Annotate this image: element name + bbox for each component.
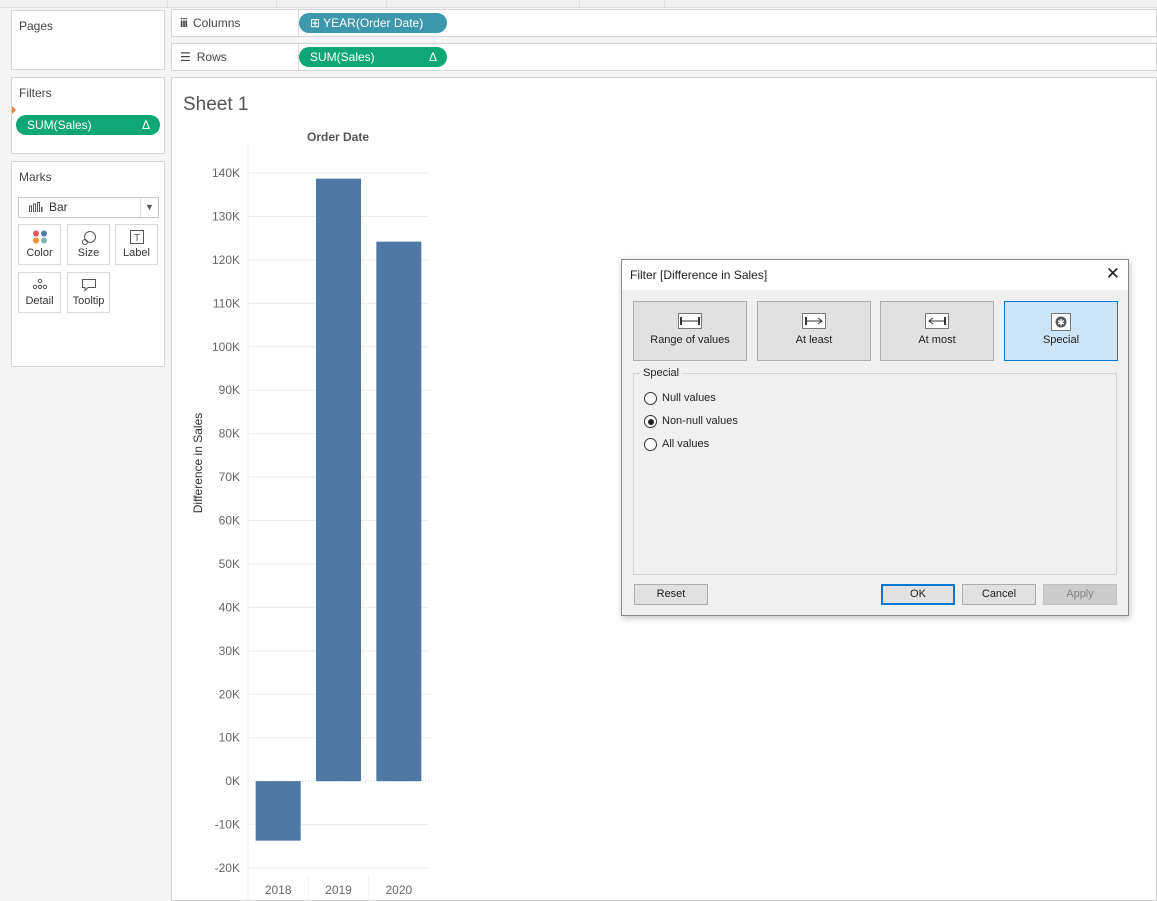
range-of-values-label: Range of values: [650, 334, 730, 346]
top-toolbar-strip: [0, 0, 1157, 8]
filter-pill-label: SUM(Sales): [27, 118, 92, 132]
columns-shelf[interactable]: iii Columns ⊞ YEAR(Order Date): [171, 9, 1157, 37]
y-tick-label: 0K: [225, 774, 240, 788]
drop-indicator-icon: [12, 106, 16, 114]
rows-icon: ☰: [180, 50, 191, 64]
special-label: Special: [1042, 334, 1080, 346]
at-most-icon: [881, 302, 993, 334]
radio-button-checked[interactable]: [644, 415, 657, 428]
label-label: Label: [123, 247, 150, 259]
y-tick-label: 70K: [219, 470, 240, 484]
tooltip-icon: [68, 273, 109, 295]
delta-icon: Δ: [141, 118, 150, 132]
color-button[interactable]: Color: [18, 224, 61, 265]
filters-card[interactable]: Filters SUM(Sales) Δ: [11, 77, 165, 154]
x-tick-label: 2018: [265, 883, 292, 897]
y-tick-label: 110K: [213, 296, 240, 310]
delta-icon: Δ: [428, 50, 437, 64]
radio-label: Null values: [662, 392, 716, 404]
detail-label: Detail: [25, 295, 54, 307]
special-button[interactable]: ✱ Special: [1004, 301, 1118, 361]
columns-icon: iii: [180, 16, 188, 30]
dialog-title: Filter [Difference in Sales]: [630, 268, 768, 282]
columns-shelf-label: iii Columns: [180, 16, 241, 30]
color-icon: [19, 225, 60, 247]
color-label: Color: [26, 247, 53, 259]
reset-button[interactable]: Reset: [634, 584, 708, 605]
y-tick-label: 130K: [212, 209, 240, 223]
close-icon[interactable]: ✕: [1106, 265, 1120, 283]
bar-chart-icon: [29, 199, 43, 218]
size-label: Size: [77, 247, 100, 259]
x-tick-label: 2020: [385, 883, 412, 897]
y-tick-label: 40K: [219, 600, 240, 614]
label-button[interactable]: T Label: [115, 224, 158, 265]
y-tick-label: 60K: [219, 514, 240, 528]
mark-type-label: Bar: [49, 200, 68, 214]
detail-icon: [19, 273, 60, 295]
columns-pill-label: ⊞ YEAR(Order Date): [310, 16, 424, 30]
y-tick-label: 10K: [219, 731, 240, 745]
detail-button[interactable]: Detail: [18, 272, 61, 313]
rows-pill-sum-sales[interactable]: SUM(Sales) Δ: [299, 47, 447, 67]
rows-shelf-label: ☰ Rows: [180, 50, 227, 64]
marks-title: Marks: [19, 170, 52, 184]
cancel-button[interactable]: Cancel: [962, 584, 1036, 605]
x-tick-label: 2019: [325, 883, 352, 897]
marks-card[interactable]: Marks Bar ▼ Color Size T Label Detail To…: [11, 161, 165, 367]
y-tick-label: 90K: [219, 383, 240, 397]
at-least-button[interactable]: At least: [757, 301, 871, 361]
at-least-label: At least: [795, 334, 833, 346]
tooltip-label: Tooltip: [72, 295, 105, 307]
special-group-title: Special: [640, 367, 683, 379]
y-tick-label: 100K: [212, 340, 240, 354]
dialog-titlebar[interactable]: Filter [Difference in Sales] ✕: [622, 260, 1128, 290]
radio-label: All values: [662, 438, 710, 450]
tooltip-button[interactable]: Tooltip: [67, 272, 110, 313]
chevron-down-icon[interactable]: ▼: [140, 198, 158, 217]
rows-shelf[interactable]: ☰ Rows SUM(Sales) Δ: [171, 43, 1157, 71]
bar-2018: [255, 781, 301, 841]
radio-label: Non-null values: [662, 415, 738, 427]
y-tick-label: 50K: [219, 557, 240, 571]
special-group: Special Null values Non-null values All …: [633, 367, 1117, 575]
range-icon: [634, 302, 746, 334]
y-tick-label: -10K: [215, 818, 240, 832]
rows-pill-label: SUM(Sales): [310, 50, 375, 64]
pages-card[interactable]: Pages: [11, 10, 165, 70]
y-tick-label: 140K: [212, 166, 240, 180]
columns-pill-year-order-date[interactable]: ⊞ YEAR(Order Date): [299, 13, 447, 33]
y-tick-label: -20K: [215, 861, 240, 875]
filter-pill-sum-sales[interactable]: SUM(Sales) Δ: [16, 115, 160, 135]
mark-type-dropdown[interactable]: Bar ▼: [18, 197, 159, 218]
size-button[interactable]: Size: [67, 224, 110, 265]
y-tick-label: 80K: [219, 427, 240, 441]
at-most-button[interactable]: At most: [880, 301, 994, 361]
filters-title: Filters: [19, 86, 52, 100]
at-most-label: At most: [918, 334, 956, 346]
at-least-icon: [758, 302, 870, 334]
radio-button[interactable]: [644, 392, 657, 405]
size-icon: [68, 225, 109, 247]
radio-button[interactable]: [644, 438, 657, 451]
ok-button[interactable]: OK: [881, 584, 955, 605]
apply-button[interactable]: Apply: [1043, 584, 1117, 605]
filter-dialog: Filter [Difference in Sales] ✕ Range of …: [621, 259, 1129, 616]
text-label-icon: T: [116, 225, 157, 247]
svg-text:T: T: [133, 233, 139, 244]
range-of-values-button[interactable]: Range of values: [633, 301, 747, 361]
y-tick-label: 30K: [219, 644, 240, 658]
bar-2019: [316, 178, 361, 782]
svg-text:✱: ✱: [1057, 318, 1065, 328]
y-tick-label: 20K: [219, 687, 240, 701]
bar-2020: [376, 241, 422, 782]
y-tick-label: 120K: [212, 253, 240, 267]
special-icon: ✱: [1005, 302, 1117, 334]
pages-title: Pages: [19, 19, 54, 33]
